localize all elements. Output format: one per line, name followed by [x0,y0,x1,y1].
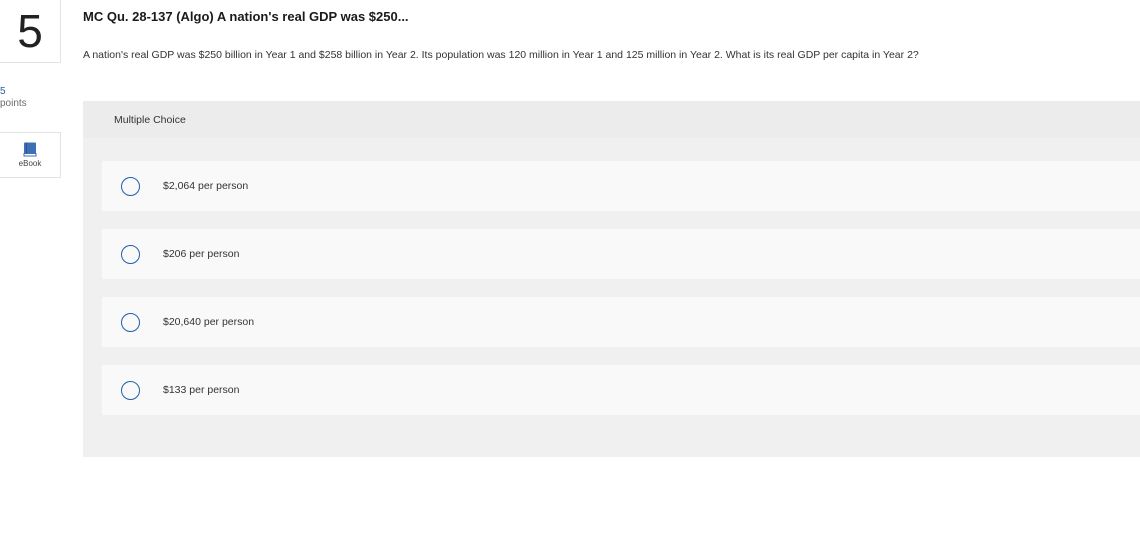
book-icon [23,142,37,157]
radio-button-icon[interactable] [121,176,140,196]
question-title: MC Qu. 28-137 (Algo) A nation's real GDP… [83,9,409,24]
ebook-label: eBook [18,159,42,168]
choice-option-1[interactable]: $2,064 per person [102,161,1140,211]
radio-button-icon[interactable] [121,244,140,264]
points-label: points [0,98,27,109]
choice-label: $2,064 per person [163,180,249,192]
points-value: 5 [0,86,6,97]
question-text: A nation's real GDP was $250 billion in … [83,49,919,61]
choice-label: $206 per person [163,248,240,260]
multiple-choice-header: Multiple Choice [83,101,1140,138]
choice-option-2[interactable]: $206 per person [102,229,1140,279]
multiple-choice-panel: Multiple Choice $2,064 per person $206 p… [83,101,1140,457]
choice-option-4[interactable]: $133 per person [102,365,1140,415]
ebook-button[interactable]: eBook [0,132,61,178]
choice-option-3[interactable]: $20,640 per person [102,297,1140,347]
choice-label: $133 per person [163,384,240,396]
radio-button-icon[interactable] [121,312,140,332]
choice-label: $20,640 per person [163,316,255,328]
radio-button-icon[interactable] [121,380,140,400]
points-info: 5 points [0,86,27,110]
question-number: 5 [0,0,61,63]
